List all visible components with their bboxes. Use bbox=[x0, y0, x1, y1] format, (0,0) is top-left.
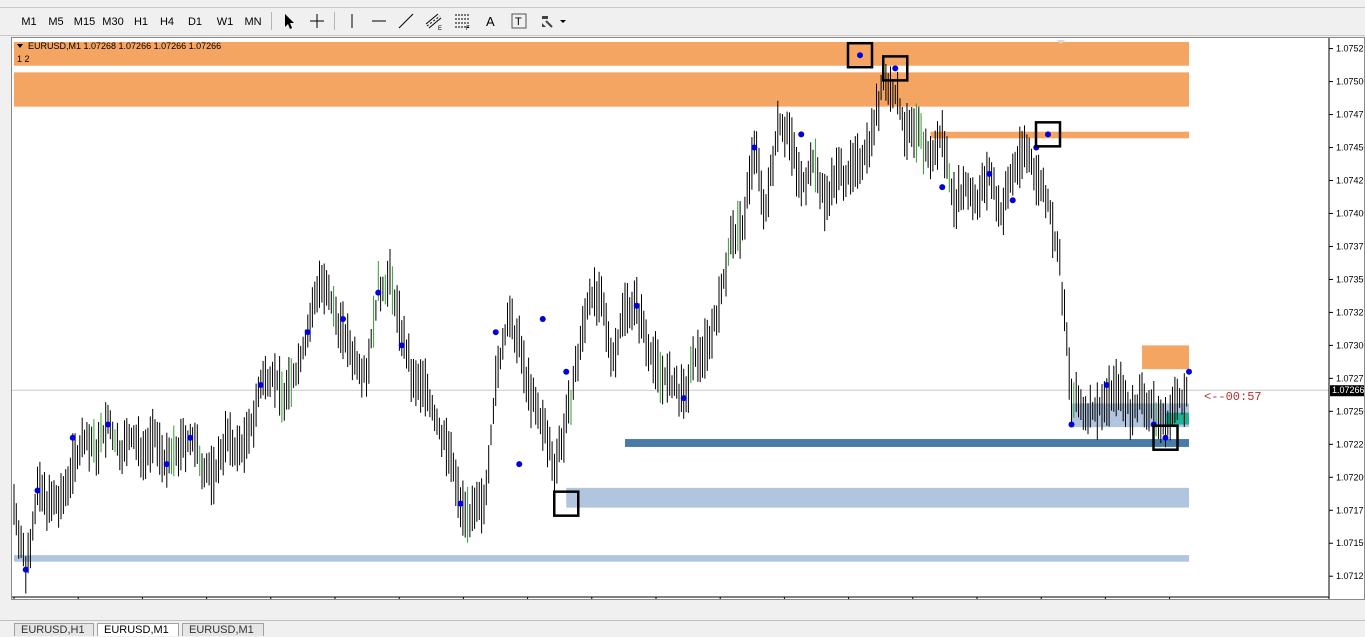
chart-header-numbers: 1 2 bbox=[17, 54, 30, 64]
price-tick-label: 1.07200 bbox=[1336, 472, 1364, 482]
fractal-dot bbox=[751, 144, 758, 151]
timeframe-h4-button[interactable]: H4 bbox=[155, 11, 179, 31]
fractal-dot bbox=[892, 65, 899, 72]
fractal-dot bbox=[1068, 421, 1075, 428]
fractal-dot bbox=[798, 131, 805, 138]
price-tick-label: 1.07475 bbox=[1336, 110, 1364, 120]
vertical-line-icon[interactable] bbox=[341, 11, 363, 31]
fractal-dot bbox=[34, 487, 41, 494]
fractal-dot bbox=[163, 461, 170, 468]
fractal-dot bbox=[375, 289, 382, 296]
price-chart[interactable]: 1.07525 1.07500 1.07475 1.07450 1.07425 1.074… bbox=[12, 38, 1364, 599]
fractal-dot bbox=[1045, 131, 1051, 138]
price-tick-label: 1.07350 bbox=[1336, 274, 1364, 284]
demand-zone bbox=[625, 439, 1189, 447]
price-tick-label: 1.07250 bbox=[1336, 406, 1364, 416]
price-tick-label: 1.07500 bbox=[1336, 77, 1364, 87]
timeframe-w1-button[interactable]: W1 bbox=[213, 11, 237, 31]
fractal-dot bbox=[1009, 197, 1016, 204]
price-tick-label: 1.07150 bbox=[1336, 538, 1364, 548]
timeframe-h1-button[interactable]: H1 bbox=[129, 11, 153, 31]
demand-zone bbox=[566, 487, 1189, 508]
fractal-dot bbox=[539, 316, 546, 322]
fractal-dot bbox=[398, 342, 405, 349]
demand-zone bbox=[14, 555, 1189, 562]
timeframe-m30-button[interactable]: M30 bbox=[99, 11, 127, 31]
price-bars bbox=[13, 64, 1188, 594]
fractal-dot bbox=[304, 329, 311, 336]
equidistant-channel-icon[interactable]: E bbox=[423, 11, 445, 31]
supply-zone bbox=[1142, 345, 1189, 370]
price-tick-label: 1.07425 bbox=[1336, 176, 1364, 186]
timeframe-mn-button[interactable]: MN bbox=[240, 11, 266, 31]
price-tick-label: 1.07300 bbox=[1336, 340, 1364, 350]
fractal-dot bbox=[563, 368, 570, 375]
trendline-icon[interactable] bbox=[395, 11, 417, 31]
chart-toolbar: M1 M5 M15 M30 H1 H4 D1 W1 MN E F A T bbox=[0, 8, 1365, 36]
fibonacci-retracement-icon[interactable]: F bbox=[451, 11, 473, 31]
svg-text:E: E bbox=[438, 26, 442, 31]
price-tick-label: 1.07375 bbox=[1336, 241, 1364, 251]
svg-text:T: T bbox=[515, 16, 522, 28]
shapes-dropdown-icon[interactable] bbox=[538, 11, 568, 31]
price-tick-label: 1.07525 bbox=[1336, 44, 1364, 54]
price-tick-label: 1.07275 bbox=[1336, 373, 1364, 383]
fractal-dot bbox=[1186, 368, 1192, 375]
price-tick-label: 1.07225 bbox=[1336, 439, 1364, 449]
chart-symbol-header: EURUSD,M1 1.07268 1.07266 1.07266 1.0726… bbox=[28, 41, 221, 51]
fractal-dot bbox=[680, 395, 687, 402]
fractal-dot bbox=[257, 381, 264, 388]
cursor-arrow-icon[interactable] bbox=[278, 11, 300, 31]
toolbar-separator bbox=[334, 12, 335, 30]
window-tab[interactable]: EURUSD,M1 bbox=[97, 623, 179, 636]
window-tab[interactable]: EURUSD,M1 bbox=[182, 623, 264, 636]
fractal-dot bbox=[939, 184, 946, 191]
timeframe-d1-button[interactable]: D1 bbox=[183, 11, 207, 31]
chart-window-tabs: EURUSD,H1 EURUSD,M1 EURUSD,M1 bbox=[0, 620, 1365, 636]
fractal-dot bbox=[633, 302, 640, 309]
timeframe-m1-button[interactable]: M1 bbox=[17, 11, 41, 31]
price-tick-label: 1.07325 bbox=[1336, 307, 1364, 317]
fractal-dot bbox=[1162, 434, 1169, 441]
toolbar-separator bbox=[271, 12, 272, 30]
price-tick-label: 1.07175 bbox=[1336, 505, 1364, 515]
candle-countdown: <--00:57 bbox=[1204, 390, 1262, 404]
top-menu-strip bbox=[0, 0, 1365, 8]
fractal-dot bbox=[105, 421, 111, 428]
timeframe-m15-button[interactable]: M15 bbox=[71, 11, 98, 31]
chart-window[interactable]: 1.07525 1.07500 1.07475 1.07450 1.07425 1.074… bbox=[11, 37, 1365, 600]
fractal-dot bbox=[492, 329, 499, 336]
crosshair-icon[interactable] bbox=[306, 11, 328, 31]
current-price-label: 1.07266 bbox=[1332, 385, 1364, 395]
fractal-dot bbox=[187, 434, 194, 441]
timeframe-m5-button[interactable]: M5 bbox=[44, 11, 68, 31]
fractal-dot bbox=[22, 566, 29, 573]
price-tick-label: 1.07125 bbox=[1336, 571, 1364, 581]
supply-zone bbox=[14, 72, 1189, 107]
window-tab[interactable]: EURUSD,H1 bbox=[14, 623, 94, 636]
horizontal-line-icon[interactable] bbox=[368, 11, 390, 31]
fractal-dot bbox=[857, 52, 863, 59]
svg-text:F: F bbox=[466, 26, 470, 31]
fractal-dot bbox=[516, 461, 523, 468]
fractal-dot bbox=[1103, 381, 1110, 388]
fractal-dot bbox=[457, 500, 464, 507]
fractal-dot bbox=[340, 316, 346, 322]
fractal-dot bbox=[986, 170, 993, 177]
text-label-icon[interactable]: T bbox=[508, 11, 530, 31]
fractal-dot bbox=[69, 434, 76, 441]
price-tick-label: 1.07400 bbox=[1336, 208, 1364, 218]
price-tick-label: 1.07450 bbox=[1336, 143, 1364, 153]
text-tool-icon[interactable]: A bbox=[480, 11, 502, 31]
svg-text:A: A bbox=[486, 14, 495, 29]
